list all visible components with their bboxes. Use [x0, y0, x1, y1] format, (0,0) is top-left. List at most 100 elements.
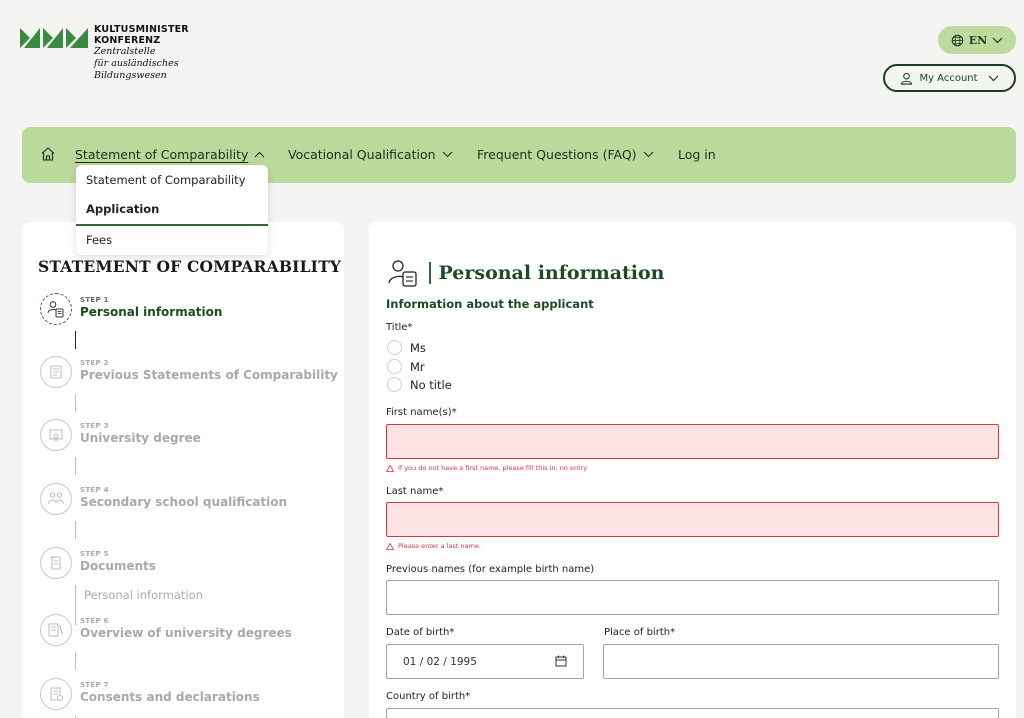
date-value: 01 / 02 / 1995	[403, 656, 477, 668]
error-text: If you do not have a first name, please …	[398, 464, 588, 472]
step-number: STEP 5	[80, 550, 109, 558]
warning-icon	[386, 464, 394, 472]
nav-label: Statement of Comparability	[75, 147, 249, 162]
scroll-icon	[40, 547, 72, 579]
previous-names-label: Previous names (for example birth name)	[386, 564, 595, 575]
students-icon	[40, 483, 72, 515]
step-number: STEP 2	[80, 359, 109, 367]
step-number: STEP 1	[80, 296, 109, 304]
step-name: Consents and declarations	[80, 690, 260, 704]
chevron-down-icon	[992, 37, 1003, 43]
kmk-logo-mark	[20, 28, 88, 48]
certificate-icon	[40, 419, 72, 451]
error-text: Please enter a last name.	[398, 542, 481, 550]
person-document-icon	[40, 293, 72, 325]
step-consents[interactable]: STEP 7 Consents and declarations	[38, 678, 338, 714]
form-title: Personal information	[438, 262, 665, 284]
step-name: University degree	[80, 431, 201, 445]
step-number: STEP 6	[80, 617, 109, 625]
title-label: Title*	[386, 322, 413, 333]
last-name-label: Last name*	[386, 486, 444, 497]
nav-label: Vocational Qualification	[288, 147, 436, 162]
logo-text-line: KULTUSMINISTER	[94, 24, 189, 35]
step-name: Personal information	[80, 305, 223, 319]
title-divider	[429, 262, 431, 284]
document-stack-icon	[40, 356, 72, 388]
radio-label: No title	[410, 377, 452, 392]
first-name-label: First name(s)*	[386, 407, 457, 418]
previous-names-field[interactable]	[386, 580, 999, 615]
country-of-birth-field[interactable]	[386, 708, 999, 718]
step-overview[interactable]: STEP 6 Overview of university degrees	[38, 614, 338, 650]
step-name: Secondary school qualification	[80, 495, 288, 509]
step-documents[interactable]: STEP 5 Documents	[38, 547, 338, 583]
sidebar-title: STATEMENT OF COMPARABILITY	[38, 257, 342, 276]
step-number: STEP 7	[80, 681, 109, 689]
globe-icon	[951, 34, 964, 46]
statement-dropdown-menu: Statement of Comparability Application F…	[76, 165, 268, 255]
radio-circle[interactable]	[387, 377, 402, 392]
personal-information-form: Personal information Information about t…	[369, 222, 1016, 718]
warning-icon	[386, 542, 394, 550]
step-connector	[75, 652, 76, 670]
sub-step-personal-information[interactable]: Personal information	[84, 588, 203, 602]
active-item-underline	[76, 224, 268, 226]
radio-no-title[interactable]: No title	[387, 377, 452, 392]
radio-circle[interactable]	[387, 359, 402, 374]
chevron-down-icon	[442, 151, 452, 158]
chevron-up-icon	[254, 151, 265, 158]
user-icon	[901, 72, 913, 85]
radio-label: Mr	[410, 359, 425, 374]
step-number: STEP 4	[80, 486, 109, 494]
country-of-birth-label: Country of birth*	[386, 691, 471, 702]
radio-mr[interactable]: Mr	[387, 359, 425, 374]
logo-text-line: für ausländisches	[94, 58, 179, 69]
my-account-button[interactable]: My Account	[883, 64, 1016, 92]
dropdown-item-fees[interactable]: Fees	[86, 233, 112, 247]
step-university-degree[interactable]: STEP 3 University degree	[38, 419, 338, 455]
step-name: Overview of university degrees	[80, 626, 292, 640]
radio-label: Ms	[410, 340, 426, 355]
calendar-icon[interactable]	[555, 655, 567, 667]
step-connector	[75, 394, 76, 412]
account-label: My Account	[919, 72, 978, 84]
chevron-down-icon	[988, 75, 998, 81]
nav-label: Frequent Questions (FAQ)	[477, 147, 637, 162]
step-name: Previous Statements of Comparability	[80, 368, 338, 382]
place-of-birth-field[interactable]	[603, 644, 999, 679]
dropdown-item-statement[interactable]: Statement of Comparability	[86, 173, 246, 187]
nav-label: Log in	[678, 147, 716, 162]
first-name-field[interactable]	[386, 424, 999, 459]
step-secondary-school[interactable]: STEP 4 Secondary school qualification	[38, 483, 338, 519]
step-name: Documents	[80, 559, 156, 573]
step-connector	[75, 331, 76, 349]
nav-vocational-qualification[interactable]: Vocational Qualification	[288, 147, 453, 162]
nav-login[interactable]: Log in	[678, 147, 716, 162]
radio-circle[interactable]	[387, 340, 402, 355]
language-label: EN	[968, 33, 988, 47]
date-of-birth-field[interactable]: 01 / 02 / 1995	[386, 644, 584, 679]
overview-icon	[40, 614, 72, 646]
step-number: STEP 3	[80, 422, 109, 430]
date-of-birth-label: Date of birth*	[386, 627, 455, 638]
last-name-error: Please enter a last name.	[386, 542, 481, 550]
last-name-field[interactable]	[386, 502, 999, 537]
first-name-error: If you do not have a first name, please …	[386, 464, 587, 472]
form-header: Personal information	[387, 258, 665, 288]
nav-faq[interactable]: Frequent Questions (FAQ)	[477, 147, 654, 162]
chevron-down-icon	[643, 151, 653, 158]
steps-sidebar: STATEMENT OF COMPARABILITY STEP 1 Person…	[22, 222, 344, 718]
home-icon[interactable]	[40, 146, 56, 162]
place-of-birth-label: Place of birth*	[604, 627, 676, 638]
person-document-icon	[388, 260, 417, 287]
step-connector	[75, 521, 76, 539]
step-previous-statements[interactable]: STEP 2 Previous Statements of Comparabil…	[38, 356, 338, 392]
radio-ms[interactable]: Ms	[387, 340, 426, 355]
language-selector[interactable]: EN	[938, 26, 1016, 54]
logo-text-line: KONFERENZ	[94, 35, 161, 46]
section-title: Information about the applicant	[386, 297, 594, 311]
step-personal-information[interactable]: STEP 1 Personal information	[38, 293, 338, 329]
nav-statement-of-comparability[interactable]: Statement of Comparability	[75, 147, 265, 162]
step-connector	[75, 457, 76, 475]
dropdown-item-application[interactable]: Application	[86, 202, 159, 216]
